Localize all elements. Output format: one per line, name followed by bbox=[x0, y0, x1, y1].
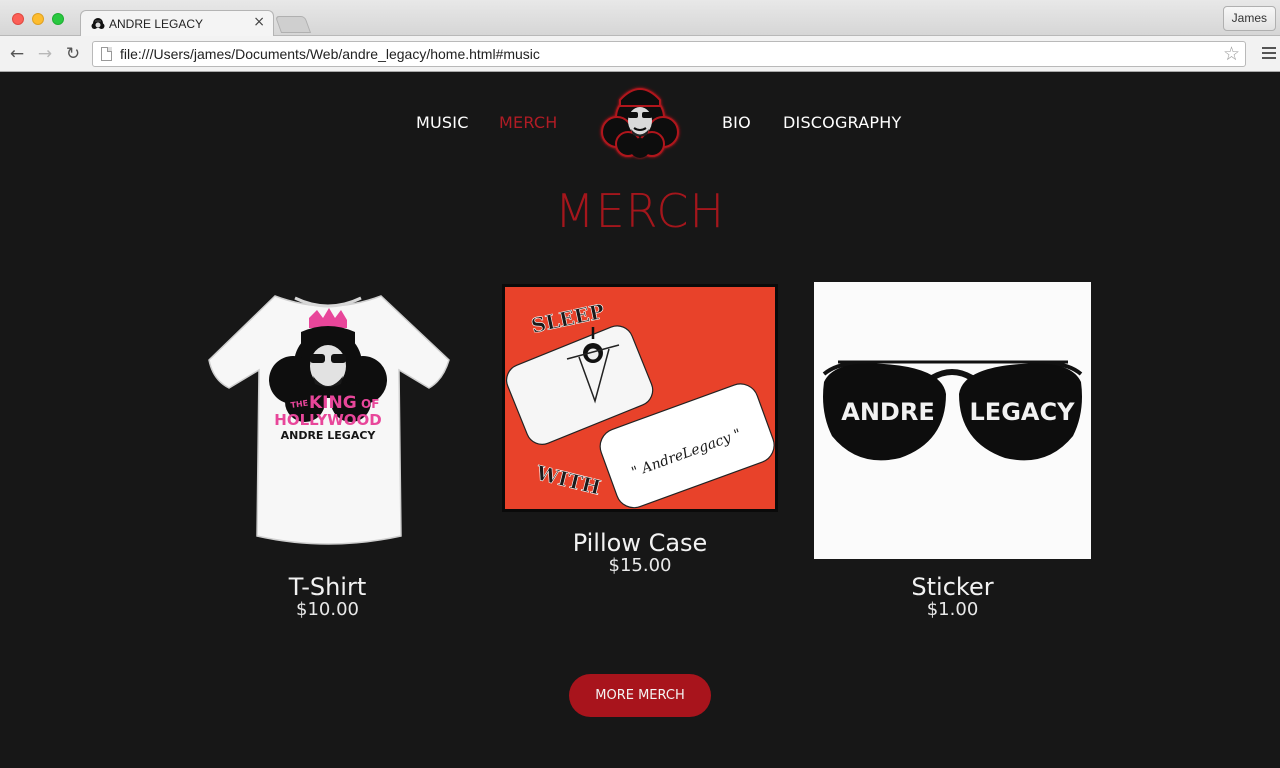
product-card-sticker[interactable]: ANDRE LEGACY Sticker $1.00 bbox=[814, 282, 1091, 620]
new-tab-button[interactable] bbox=[274, 16, 312, 33]
tshirt-print-hollywood: HOLLYWOOD bbox=[274, 411, 381, 429]
nav-item-discography[interactable]: DISCOGRAPHY bbox=[783, 113, 901, 132]
andre-legacy-favicon-icon bbox=[91, 18, 105, 29]
sticker-image[interactable]: ANDRE LEGACY bbox=[814, 282, 1091, 559]
nav-item-music[interactable]: MUSIC bbox=[416, 113, 469, 132]
browser-toolbar: ← → ↻ file:///Users/james/Documents/Web/… bbox=[0, 36, 1280, 72]
tshirt-print-of: OF bbox=[361, 397, 379, 411]
product-card-pillow-case[interactable]: " AndreLegacy " SLEEP WITH Pillow Case $… bbox=[502, 284, 778, 576]
section-title: MERCH bbox=[554, 184, 726, 238]
tab-title: ANDRE LEGACY bbox=[109, 17, 204, 31]
sticker-print-legacy: LEGACY bbox=[970, 398, 1076, 426]
more-merch-button[interactable]: MORE MERCH bbox=[569, 674, 711, 717]
andre-legacy-logo-icon[interactable] bbox=[590, 74, 690, 160]
close-window-button[interactable] bbox=[12, 13, 24, 25]
maximize-window-button[interactable] bbox=[52, 13, 64, 25]
browser-menu-icon[interactable] bbox=[1262, 47, 1276, 59]
tshirt-print-king: KING bbox=[309, 393, 357, 413]
sticker-print-andre: ANDRE bbox=[841, 398, 934, 426]
product-name[interactable]: Sticker bbox=[814, 574, 1091, 600]
nav-item-merch[interactable]: MERCH bbox=[499, 113, 557, 132]
bookmark-star-icon[interactable]: ☆ bbox=[1223, 43, 1240, 65]
address-bar[interactable]: file:///Users/james/Documents/Web/andre_… bbox=[92, 41, 1246, 67]
product-card-tshirt[interactable]: THE KING OF HOLLYWOOD ANDRE LEGACY T-Shi… bbox=[195, 284, 460, 620]
back-arrow-icon[interactable]: ← bbox=[6, 43, 28, 65]
tshirt-print-andre-legacy: ANDRE LEGACY bbox=[280, 429, 376, 442]
url-text[interactable]: file:///Users/james/Documents/Web/andre_… bbox=[120, 46, 540, 62]
page-icon bbox=[101, 47, 112, 61]
forward-arrow-icon[interactable]: → bbox=[34, 43, 56, 65]
product-price: $15.00 bbox=[608, 555, 672, 576]
product-price: $10.00 bbox=[296, 599, 359, 620]
product-name[interactable]: T-Shirt bbox=[195, 574, 460, 600]
product-price: $1.00 bbox=[926, 599, 979, 620]
product-name[interactable]: Pillow Case bbox=[502, 530, 778, 556]
browser-tab[interactable]: ANDRE LEGACY × bbox=[80, 10, 274, 37]
nav-item-bio[interactable]: BIO bbox=[722, 113, 751, 132]
tshirt-image[interactable]: THE KING OF HOLLYWOOD ANDRE LEGACY bbox=[203, 284, 453, 554]
tab-strip: ANDRE LEGACY × James bbox=[0, 0, 1280, 37]
profile-button[interactable]: James bbox=[1222, 6, 1276, 31]
tab-close-icon[interactable]: × bbox=[253, 14, 265, 30]
site-page: MUSIC MERCH BIO DISCOGRAPHY MERCH THE KI… bbox=[0, 72, 1280, 768]
browser-chrome: ANDRE LEGACY × James ← → ↻ file:///Users… bbox=[0, 0, 1280, 72]
pillow-case-image[interactable]: " AndreLegacy " SLEEP WITH bbox=[502, 284, 778, 512]
reload-icon[interactable]: ↻ bbox=[62, 43, 84, 65]
minimize-window-button[interactable] bbox=[32, 13, 44, 25]
